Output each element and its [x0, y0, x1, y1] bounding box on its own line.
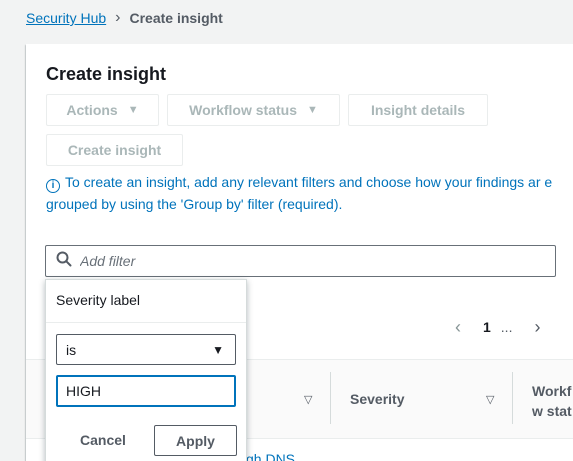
caret-down-icon: ▼: [212, 342, 224, 357]
breadcrumb: Security Hub › Create insight: [26, 8, 223, 28]
chevron-left-icon[interactable]: ‹: [455, 317, 461, 338]
operator-select-value: is: [66, 341, 77, 358]
caret-down-icon: ▼: [127, 104, 139, 116]
apply-button[interactable]: Apply: [154, 425, 237, 456]
filter-value-input[interactable]: [56, 375, 236, 407]
actions-button[interactable]: Actions ▼: [46, 94, 159, 126]
workflow-status-button[interactable]: Workflow status ▼: [167, 94, 340, 126]
apply-button-label: Apply: [176, 432, 215, 449]
create-insight-button[interactable]: Create insight: [46, 134, 183, 166]
column-header-severity[interactable]: Severity: [350, 391, 404, 407]
create-insight-button-label: Create insight: [67, 142, 162, 158]
chevron-right-icon: ›: [115, 9, 121, 26]
page-title: Create insight: [46, 64, 167, 84]
actions-button-label: Actions: [66, 102, 118, 118]
operator-select[interactable]: is ▼: [56, 334, 236, 365]
sort-icon[interactable]: ▽: [304, 393, 312, 406]
sort-icon[interactable]: ▽: [486, 393, 494, 406]
breadcrumb-current: Create insight: [129, 10, 223, 26]
chevron-right-icon[interactable]: ›: [534, 317, 540, 338]
cancel-button[interactable]: Cancel: [80, 432, 126, 448]
column-header-workflow-status[interactable]: Workf w stat: [532, 381, 573, 421]
filter-box[interactable]: [45, 245, 556, 277]
table-row-link[interactable]: gh DNS: [246, 451, 295, 461]
insight-details-button-label: Insight details: [370, 102, 466, 118]
search-icon: [56, 251, 72, 272]
add-filter-input[interactable]: [80, 253, 520, 269]
dropdown-divider: [46, 322, 246, 323]
column-divider: [330, 372, 331, 424]
info-icon: i: [46, 179, 60, 193]
insight-details-button[interactable]: Insight details: [348, 94, 488, 126]
workflow-status-button-label: Workflow status: [189, 102, 297, 118]
caret-down-icon: ▼: [306, 104, 318, 116]
breadcrumb-security-hub-link[interactable]: Security Hub: [26, 10, 106, 26]
pagination: ‹ 1 ... ›: [455, 316, 540, 338]
filter-property-label: Severity label: [56, 292, 141, 308]
page-ellipsis: ...: [500, 319, 513, 335]
info-text: To create an insight, add any relevant f…: [46, 174, 553, 212]
page-number[interactable]: 1: [483, 319, 491, 335]
column-divider: [512, 372, 513, 424]
info-message: i To create an insight, add any relevant …: [46, 171, 558, 215]
